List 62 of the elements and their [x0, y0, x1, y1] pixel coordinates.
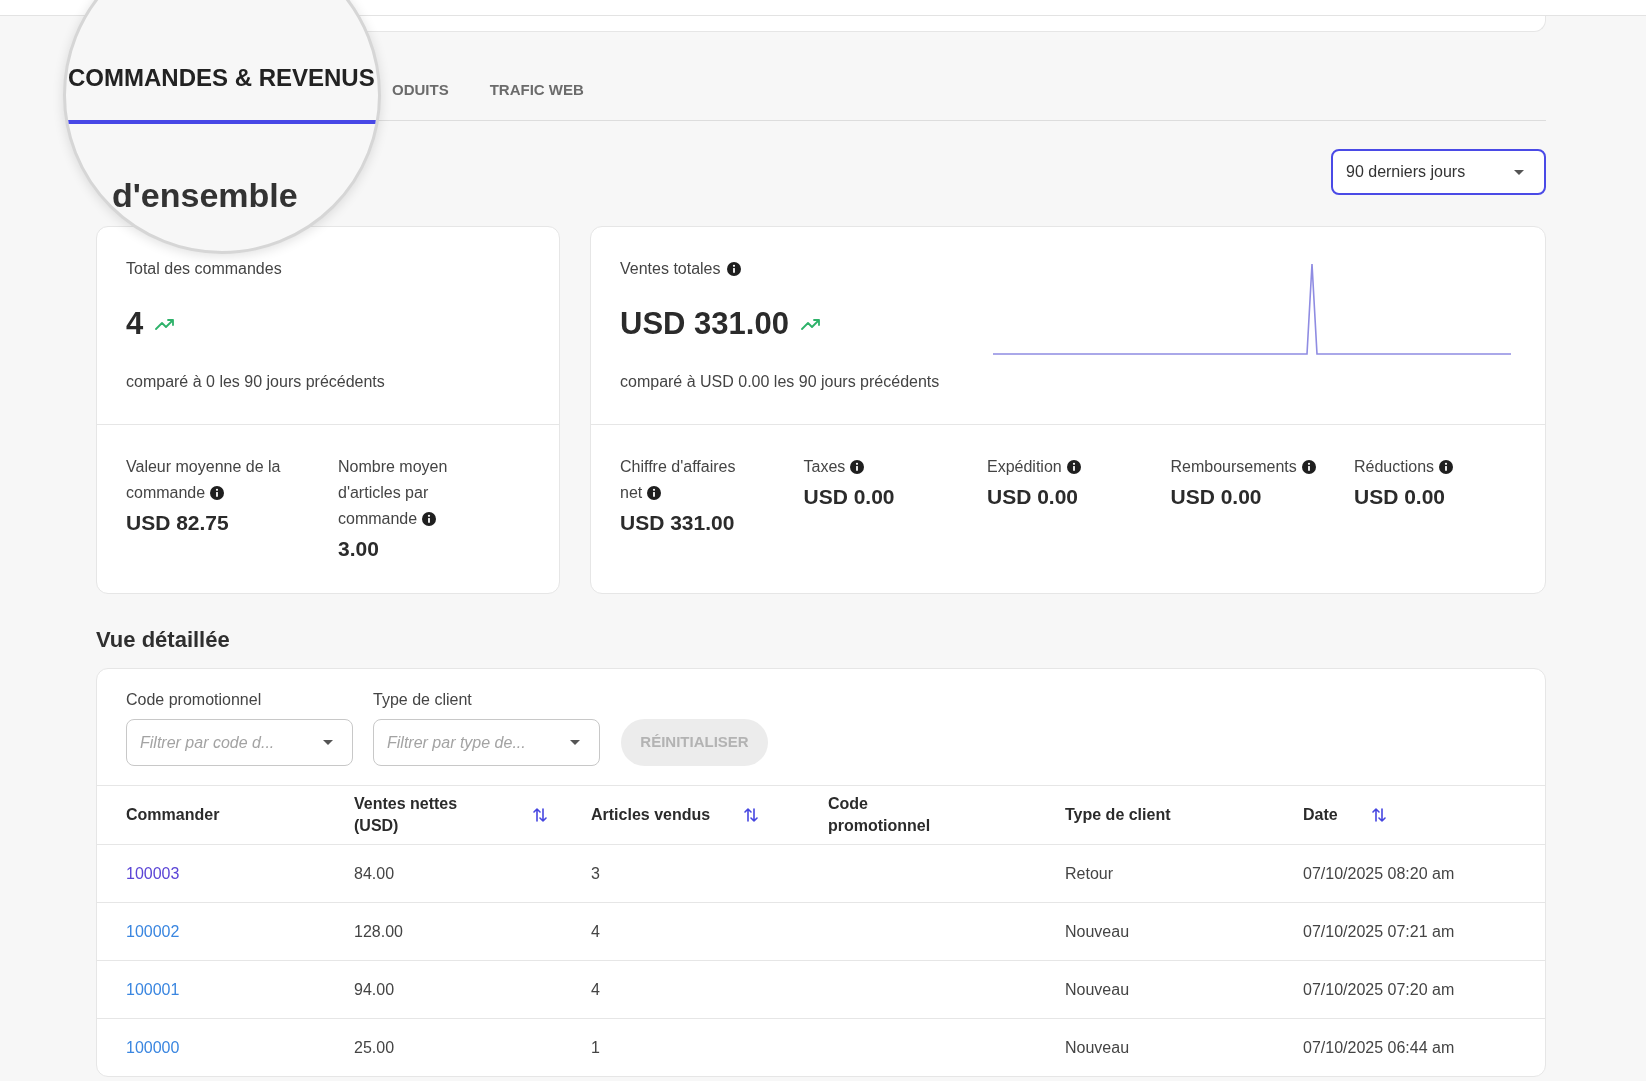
metric-label: Expédition	[987, 458, 1062, 475]
caret-icon	[323, 740, 333, 745]
column-header: Code promotionnel	[828, 794, 932, 836]
filter-select[interactable]: Filtrer par code d...	[126, 719, 353, 766]
order-link[interactable]: 100003	[126, 861, 180, 886]
period-dropdown[interactable]: 90 derniers jours	[1331, 149, 1546, 195]
tab[interactable]: TRAFIC WEB	[489, 64, 584, 120]
metric-label: Valeur moyenne de la commande	[126, 458, 281, 501]
card-title: Total des commandes	[126, 259, 282, 279]
metric-label: Réductions	[1354, 458, 1435, 475]
table-cell-text: 128.00	[354, 921, 403, 942]
caret-icon	[1514, 169, 1524, 175]
metric-value: USD 0.00	[1354, 485, 1446, 508]
table-cell-text: 07/10/2025 08:20 am	[1303, 863, 1455, 884]
table-cell-text: 25.00	[354, 1037, 395, 1058]
column-header: Date	[1303, 805, 1338, 825]
column-header: Commander	[126, 805, 220, 825]
caret-icon	[570, 740, 580, 745]
column-header: Ventes nettes (USD)	[354, 794, 459, 836]
comparison-text: comparé à USD 0.00 les 90 jours précédents	[620, 373, 940, 390]
sort-icon[interactable]	[533, 807, 547, 823]
table-cell-text: 1	[591, 1037, 600, 1058]
metric-value: USD 0.00	[803, 485, 895, 508]
table-cell-text: 07/10/2025 06:44 am	[1303, 1037, 1455, 1058]
tab[interactable]: COMMANDES & REVENUS	[66, 60, 378, 124]
order-link[interactable]: 100001	[126, 977, 180, 1002]
table-cell-text: 07/10/2025 07:20 am	[1303, 979, 1455, 1000]
total-value: 4	[126, 305, 144, 343]
table-cell-text: 84.00	[354, 863, 395, 884]
tab[interactable]: ODUITS	[392, 64, 449, 120]
filter-select[interactable]: Filtrer par type de...	[373, 719, 600, 766]
metric-value: 3.00	[338, 537, 379, 560]
section-heading: Vue détaillée	[96, 627, 230, 652]
column-header: Type de client	[1065, 805, 1171, 825]
metric-label: Taxes	[803, 458, 846, 475]
table-cell-text: Nouveau	[1065, 921, 1130, 942]
metric-value: USD 82.75	[126, 511, 229, 534]
table-cell-text: Nouveau	[1065, 1037, 1130, 1058]
metric-label: Remboursements	[1170, 458, 1297, 475]
card-title: Ventes totales	[620, 259, 721, 279]
metric-value: USD 331.00	[620, 511, 735, 534]
column-header: Articles vendus	[591, 805, 711, 825]
section-heading: d'ensemble	[112, 175, 298, 215]
table-cell-text: 4	[591, 921, 600, 942]
order-link[interactable]: 100002	[126, 919, 180, 944]
table-cell-text: 94.00	[354, 979, 395, 1000]
table-cell-text: 3	[591, 863, 600, 884]
metric-value: USD 0.00	[1170, 485, 1262, 508]
table-cell-text: Retour	[1065, 863, 1114, 884]
sort-icon[interactable]	[1371, 807, 1386, 823]
metric-value: USD 0.00	[987, 485, 1079, 508]
table-cell-text: 4	[591, 979, 600, 1000]
order-link[interactable]: 100000	[126, 1035, 180, 1060]
metric-label: Nombre moyen d'articles par commande	[338, 458, 448, 527]
total-value: USD 331.00	[620, 305, 789, 343]
table-cell-text: Nouveau	[1065, 979, 1130, 1000]
filter-label: Code promotionnel	[126, 691, 262, 708]
comparison-text: comparé à 0 les 90 jours précédents	[126, 373, 385, 390]
table-cell-text: 07/10/2025 07:21 am	[1303, 921, 1455, 942]
filter-label: Type de client	[373, 691, 472, 708]
sort-icon[interactable]	[744, 807, 759, 823]
metric-label: Chiffre d'affaires net	[620, 458, 736, 501]
